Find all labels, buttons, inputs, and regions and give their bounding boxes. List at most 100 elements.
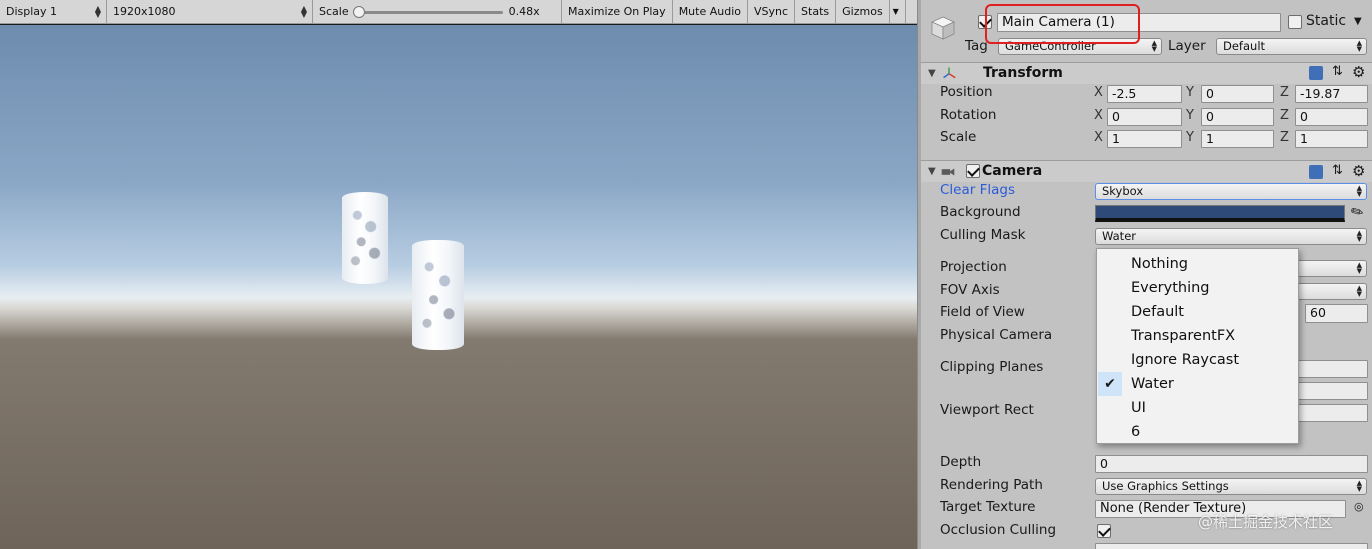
culling-mask-value: Water bbox=[1102, 229, 1136, 243]
fov-axis-label: FOV Axis bbox=[940, 282, 1000, 298]
vsync-label: VSync bbox=[754, 5, 789, 18]
layer-label: Layer bbox=[1168, 38, 1206, 54]
maximize-on-play-button[interactable]: Maximize On Play bbox=[562, 0, 673, 23]
help-book-icon[interactable] bbox=[1309, 66, 1323, 80]
presets-sliders-icon[interactable]: ⇅ bbox=[1332, 64, 1343, 79]
scale-z-field[interactable]: 1 bbox=[1295, 130, 1368, 148]
gear-icon[interactable]: ⚙ bbox=[1352, 162, 1365, 180]
clipping-far-field[interactable] bbox=[1295, 382, 1368, 400]
scene-pillar bbox=[342, 192, 388, 284]
axis-x-label: X bbox=[1094, 108, 1103, 123]
scale-y-field[interactable]: 1 bbox=[1201, 130, 1274, 148]
transform-axes-icon bbox=[943, 67, 956, 79]
updown-arrow-icon: ▲ ▼ bbox=[1356, 284, 1362, 298]
foldout-arrow-icon[interactable]: ▼ bbox=[928, 68, 936, 79]
gameobject-cube-icon bbox=[931, 16, 955, 40]
help-book-icon[interactable] bbox=[1309, 165, 1323, 179]
static-dropdown-arrow-icon[interactable]: ▼ bbox=[1354, 16, 1362, 27]
scale-control: Scale 0.48x bbox=[313, 0, 562, 23]
position-z-field[interactable]: -19.87 bbox=[1295, 85, 1368, 103]
display-dropdown[interactable]: Display 1 ▲ ▼ bbox=[0, 0, 107, 23]
resolution-dropdown[interactable]: 1920x1080 ▲ ▼ bbox=[107, 0, 313, 23]
clear-flags-dropdown[interactable]: Skybox ▲ ▼ bbox=[1095, 183, 1367, 200]
transform-title: Transform bbox=[983, 65, 1063, 81]
display-label: Display 1 bbox=[6, 5, 58, 18]
layer-dropdown[interactable]: Default ▲ ▼ bbox=[1216, 38, 1367, 55]
rotation-z-field[interactable]: 0 bbox=[1295, 108, 1368, 126]
gizmos-button[interactable]: Gizmos bbox=[836, 0, 890, 23]
checkmark-icon: ✔ bbox=[1098, 372, 1122, 396]
projection-dropdown[interactable]: ▲ ▼ bbox=[1295, 260, 1367, 277]
field-of-view-field[interactable]: 60 bbox=[1305, 304, 1368, 323]
viewport-rect-field[interactable] bbox=[1295, 404, 1368, 422]
background-color-swatch[interactable] bbox=[1095, 205, 1345, 222]
gear-icon[interactable]: ⚙ bbox=[1352, 63, 1365, 81]
camera-title: Camera bbox=[982, 163, 1043, 179]
stats-button[interactable]: Stats bbox=[795, 0, 837, 23]
rendering-path-dropdown[interactable]: Use Graphics Settings ▲ ▼ bbox=[1095, 478, 1367, 495]
fov-axis-dropdown[interactable]: ▲ ▼ bbox=[1295, 283, 1367, 300]
updown-arrow-icon: ▲ ▼ bbox=[1356, 184, 1362, 198]
static-checkbox[interactable] bbox=[1288, 15, 1302, 29]
mute-audio-label: Mute Audio bbox=[678, 5, 741, 18]
position-label: Position bbox=[940, 84, 993, 100]
position-x-field[interactable]: -2.5 bbox=[1107, 85, 1182, 103]
tag-label: Tag bbox=[965, 38, 988, 54]
culling-mask-menu: Nothing Everything Default TransparentFX… bbox=[1096, 248, 1299, 444]
watermark: @稀土掘金技术社区 bbox=[1198, 513, 1334, 531]
rotation-x-field[interactable]: 0 bbox=[1107, 108, 1182, 126]
rotation-y-field[interactable]: 0 bbox=[1201, 108, 1274, 126]
menu-item-6[interactable]: 6 bbox=[1097, 420, 1298, 444]
stats-label: Stats bbox=[801, 5, 830, 18]
depth-field[interactable]: 0 bbox=[1095, 455, 1368, 473]
physical-camera-label: Physical Camera bbox=[940, 327, 1053, 343]
game-viewport[interactable] bbox=[0, 25, 917, 549]
scale-value: 0.48x bbox=[508, 5, 540, 18]
menu-item-default[interactable]: Default bbox=[1097, 300, 1298, 324]
gizmos-dropdown-arrow[interactable]: ▼ bbox=[890, 0, 906, 23]
axis-y-label: Y bbox=[1186, 130, 1194, 145]
game-view: Display 1 ▲ ▼ 1920x1080 ▲ ▼ Scale 0.48x Ma… bbox=[0, 0, 917, 549]
culling-mask-dropdown[interactable]: Water ▲ ▼ bbox=[1095, 228, 1367, 245]
updown-arrow-icon: ▲ ▼ bbox=[1356, 261, 1362, 275]
rotation-label: Rotation bbox=[940, 107, 997, 123]
occlusion-culling-label: Occlusion Culling bbox=[940, 522, 1057, 538]
menu-item-transparentfx[interactable]: TransparentFX bbox=[1097, 324, 1298, 348]
menu-item-ignore-raycast[interactable]: Ignore Raycast bbox=[1097, 348, 1298, 372]
axis-z-label: Z bbox=[1280, 130, 1289, 145]
camera-enabled-checkbox[interactable] bbox=[966, 164, 980, 178]
menu-item-nothing[interactable]: Nothing bbox=[1097, 252, 1298, 276]
object-picker-icon[interactable]: ◎ bbox=[1354, 500, 1364, 513]
scale-label: Scale bbox=[319, 5, 349, 18]
scale-x-field[interactable]: 1 bbox=[1107, 130, 1182, 148]
clipping-near-field[interactable] bbox=[1295, 360, 1368, 378]
scale-slider-track bbox=[352, 10, 503, 14]
next-field[interactable] bbox=[1095, 543, 1368, 549]
menu-item-water-label: Water bbox=[1131, 376, 1174, 392]
mute-audio-button[interactable]: Mute Audio bbox=[673, 0, 748, 23]
foldout-arrow-icon[interactable]: ▼ bbox=[928, 166, 936, 177]
clipping-planes-label: Clipping Planes bbox=[940, 359, 1044, 375]
scale-slider-thumb[interactable] bbox=[352, 5, 365, 18]
game-toolbar: Display 1 ▲ ▼ 1920x1080 ▲ ▼ Scale 0.48x Ma… bbox=[0, 0, 917, 24]
scale-slider[interactable] bbox=[352, 5, 503, 19]
clear-flags-label: Clear Flags bbox=[940, 182, 1015, 198]
vsync-button[interactable]: VSync bbox=[748, 0, 796, 23]
presets-sliders-icon[interactable]: ⇅ bbox=[1332, 163, 1343, 178]
transform-header[interactable]: ▼ Transform ⇅ ⚙ bbox=[921, 62, 1372, 84]
gizmos-label: Gizmos bbox=[842, 5, 883, 18]
resolution-label: 1920x1080 bbox=[113, 5, 176, 18]
triangle-down-icon: ▼ bbox=[892, 7, 899, 16]
culling-mask-label: Culling Mask bbox=[940, 227, 1026, 243]
menu-item-water[interactable]: ✔ Water bbox=[1097, 372, 1298, 396]
menu-item-ui[interactable]: UI bbox=[1097, 396, 1298, 420]
eyedropper-icon[interactable]: ✎ bbox=[1347, 201, 1367, 223]
scale-label: Scale bbox=[940, 129, 977, 145]
camera-header[interactable]: ▼ Camera ⇅ ⚙ bbox=[921, 160, 1372, 182]
camera-icon bbox=[941, 168, 955, 176]
axis-x-label: X bbox=[1094, 130, 1103, 145]
occlusion-culling-checkbox[interactable] bbox=[1097, 524, 1111, 538]
position-y-field[interactable]: 0 bbox=[1201, 85, 1274, 103]
menu-item-everything[interactable]: Everything bbox=[1097, 276, 1298, 300]
rendering-path-value: Use Graphics Settings bbox=[1102, 479, 1229, 493]
